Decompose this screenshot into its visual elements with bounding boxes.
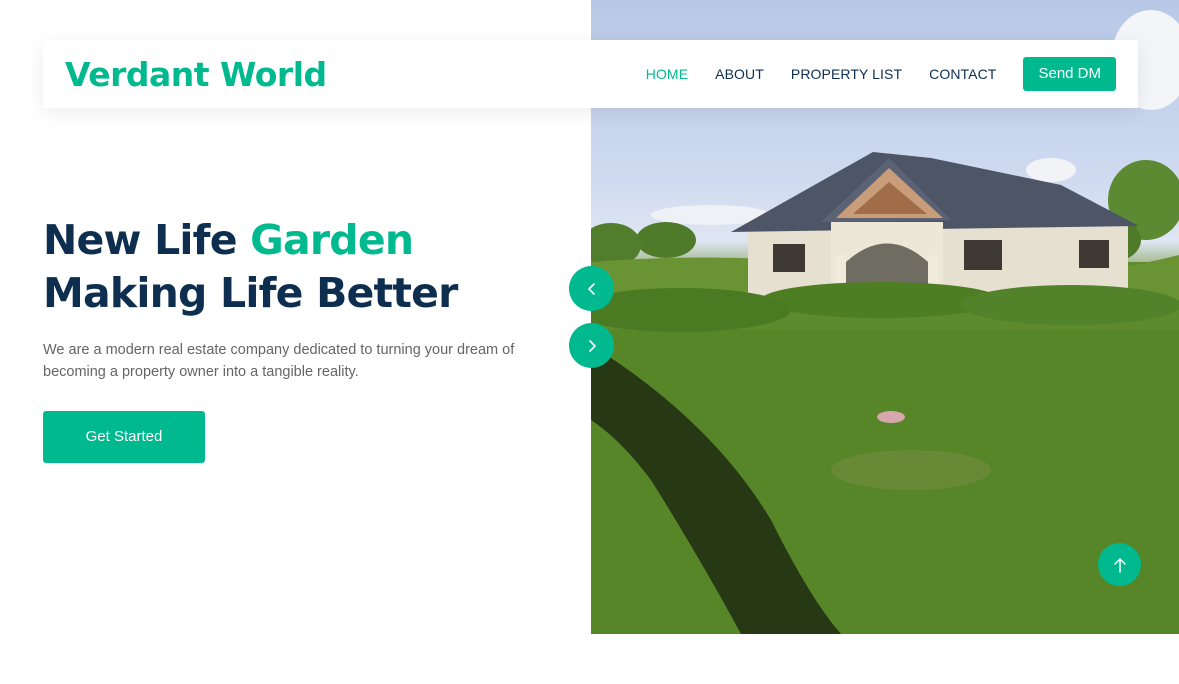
hero-description: We are a modern real estate company dedi… — [43, 342, 515, 380]
carousel-prev-button[interactable] — [569, 266, 614, 311]
navbar: Verdant World HOME ABOUT PROPERTY LIST C… — [43, 40, 1138, 108]
back-to-top-button[interactable] — [1098, 543, 1141, 586]
hero-title-line2: Making Life Better — [43, 269, 458, 317]
nav-item-home[interactable]: HOME — [646, 66, 688, 82]
nav-item-about[interactable]: ABOUT — [715, 66, 764, 82]
brand-logo[interactable]: Verdant World — [65, 55, 327, 94]
get-started-button[interactable]: Get Started — [43, 411, 205, 463]
hero-title-part1: New Life — [43, 216, 251, 264]
send-dm-button[interactable]: Send DM — [1023, 57, 1116, 91]
carousel-next-button[interactable] — [569, 323, 614, 368]
nav-links: HOME ABOUT PROPERTY LIST CONTACT Send DM — [619, 57, 1116, 91]
hero-title-accent: Garden — [250, 216, 414, 264]
chevron-right-icon — [588, 339, 596, 352]
chevron-left-icon — [587, 282, 595, 295]
nav-item-property-list[interactable]: PROPERTY LIST — [791, 66, 902, 82]
hero-title: New Life Garden Making Life Better — [43, 214, 563, 320]
nav-item-contact[interactable]: CONTACT — [929, 66, 996, 82]
arrow-up-icon — [1113, 557, 1126, 573]
